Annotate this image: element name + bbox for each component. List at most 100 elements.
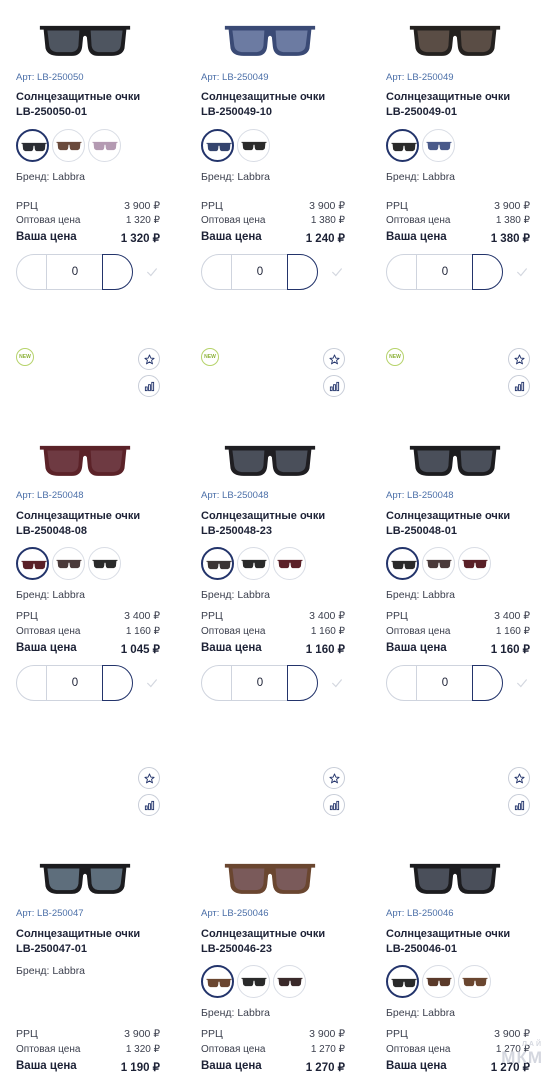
decrease-button[interactable]	[387, 255, 417, 289]
compare-button[interactable]	[138, 794, 160, 816]
color-variant[interactable]	[52, 129, 85, 162]
wholesale-price-value: 1 380 ₽	[310, 215, 345, 226]
add-to-cart-button[interactable]	[287, 665, 318, 701]
check-icon[interactable]	[515, 265, 529, 279]
color-variant[interactable]	[201, 547, 234, 580]
quantity-input[interactable]: 0	[47, 255, 103, 289]
color-variant[interactable]	[52, 547, 85, 580]
color-variant[interactable]	[273, 547, 306, 580]
product-title[interactable]: Солнцезащитные очки LB-250049-10	[201, 90, 376, 120]
check-icon[interactable]	[515, 676, 529, 690]
rrc-price-value: 3 400 ₽	[494, 610, 530, 622]
product-title[interactable]: Солнцезащитные очки LB-250049-01	[386, 90, 557, 120]
brand-label: Бренд: Labbra	[386, 171, 456, 183]
product-title-line1: Солнцезащитные очки	[386, 928, 511, 940]
favorite-button[interactable]	[323, 767, 345, 789]
add-to-cart-button[interactable]	[102, 254, 133, 290]
add-to-cart-button[interactable]	[287, 254, 318, 290]
color-variant[interactable]	[273, 965, 306, 998]
favorite-button[interactable]	[138, 767, 160, 789]
rrc-price-label: РРЦ	[201, 610, 223, 622]
compare-button[interactable]	[508, 794, 530, 816]
your-price-label: Ваша цена	[16, 231, 77, 243]
compare-button[interactable]	[323, 794, 345, 816]
product-title-line2: LB-250048-08	[16, 525, 87, 537]
product-title[interactable]: Солнцезащитные очки LB-250048-08	[16, 509, 191, 539]
rrc-price-value: 3 900 ₽	[494, 200, 530, 212]
color-variant[interactable]	[16, 129, 49, 162]
quantity-input[interactable]: 0	[232, 255, 288, 289]
check-icon[interactable]	[330, 676, 344, 690]
product-image[interactable]	[386, 850, 556, 910]
product-image[interactable]	[201, 850, 371, 910]
product-title-line1: Солнцезащитные очки	[201, 928, 326, 940]
product-image[interactable]	[16, 12, 186, 72]
compare-button[interactable]	[508, 375, 530, 397]
color-variant[interactable]	[237, 129, 270, 162]
product-image[interactable]	[201, 432, 371, 492]
favorite-button[interactable]	[508, 767, 530, 789]
quantity-stepper: 0	[201, 254, 318, 290]
wholesale-price-row: Оптовая цена 1 160 ₽	[16, 626, 160, 637]
color-variant[interactable]	[386, 547, 419, 580]
add-to-cart-button[interactable]	[472, 254, 503, 290]
color-variant[interactable]	[88, 129, 121, 162]
check-icon[interactable]	[145, 676, 159, 690]
article-number: Арт: LB-250048	[16, 490, 84, 501]
color-variant[interactable]	[201, 129, 234, 162]
product-title[interactable]: Солнцезащитные очки LB-250046-23	[201, 927, 376, 957]
color-variant[interactable]	[458, 965, 491, 998]
color-variant[interactable]	[422, 129, 455, 162]
favorite-button[interactable]	[323, 348, 345, 370]
color-variant[interactable]	[237, 965, 270, 998]
decrease-button[interactable]	[17, 666, 47, 700]
decrease-button[interactable]	[17, 255, 47, 289]
product-title[interactable]: Солнцезащитные очки LB-250048-01	[386, 509, 557, 539]
product-title-line1: Солнцезащитные очки	[386, 91, 511, 103]
product-title[interactable]: Солнцезащитные очки LB-250047-01	[16, 927, 191, 957]
check-icon[interactable]	[330, 265, 344, 279]
check-icon[interactable]	[145, 265, 159, 279]
favorite-button[interactable]	[508, 348, 530, 370]
rrc-price-row: РРЦ 3 400 ₽	[16, 610, 160, 622]
color-variant[interactable]	[386, 129, 419, 162]
brand-label: Бренд: Labbra	[201, 171, 271, 183]
compare-button[interactable]	[138, 375, 160, 397]
decrease-button[interactable]	[202, 666, 232, 700]
product-image[interactable]	[16, 432, 186, 492]
color-variant[interactable]	[386, 965, 419, 998]
color-variant[interactable]	[16, 547, 49, 580]
new-badge: NEW	[201, 348, 219, 366]
color-variant[interactable]	[237, 547, 270, 580]
article-number: Арт: LB-250049	[386, 72, 454, 83]
product-title[interactable]: Солнцезащитные очки LB-250050-01	[16, 90, 191, 120]
product-title[interactable]: Солнцезащитные очки LB-250048-23	[201, 509, 376, 539]
color-variants	[386, 547, 557, 581]
product-image[interactable]	[201, 12, 371, 72]
quantity-input[interactable]: 0	[47, 666, 103, 700]
your-price-value: 1 160 ₽	[305, 644, 345, 656]
color-variant[interactable]	[201, 965, 234, 998]
favorite-button[interactable]	[138, 348, 160, 370]
product-image[interactable]	[16, 850, 186, 910]
product-image[interactable]	[386, 432, 556, 492]
rrc-price-label: РРЦ	[16, 1028, 38, 1040]
product-title-line1: Солнцезащитные очки	[16, 91, 141, 103]
quantity-input[interactable]: 0	[417, 255, 473, 289]
color-variant[interactable]	[88, 547, 121, 580]
color-variant[interactable]	[422, 965, 455, 998]
compare-button[interactable]	[323, 375, 345, 397]
add-to-cart-button[interactable]	[472, 665, 503, 701]
color-variant[interactable]	[458, 547, 491, 580]
add-to-cart-button[interactable]	[102, 665, 133, 701]
decrease-button[interactable]	[202, 255, 232, 289]
color-variant[interactable]	[422, 547, 455, 580]
quantity-input[interactable]: 0	[417, 666, 473, 700]
star-icon	[143, 353, 155, 364]
quantity-input[interactable]: 0	[232, 666, 288, 700]
decrease-button[interactable]	[387, 666, 417, 700]
article-number: Арт: LB-250049	[201, 72, 269, 83]
watermark-logo: ЛАЙ МКМ	[501, 1041, 543, 1067]
product-title[interactable]: Солнцезащитные очки LB-250046-01	[386, 927, 557, 957]
product-image[interactable]	[386, 12, 556, 72]
